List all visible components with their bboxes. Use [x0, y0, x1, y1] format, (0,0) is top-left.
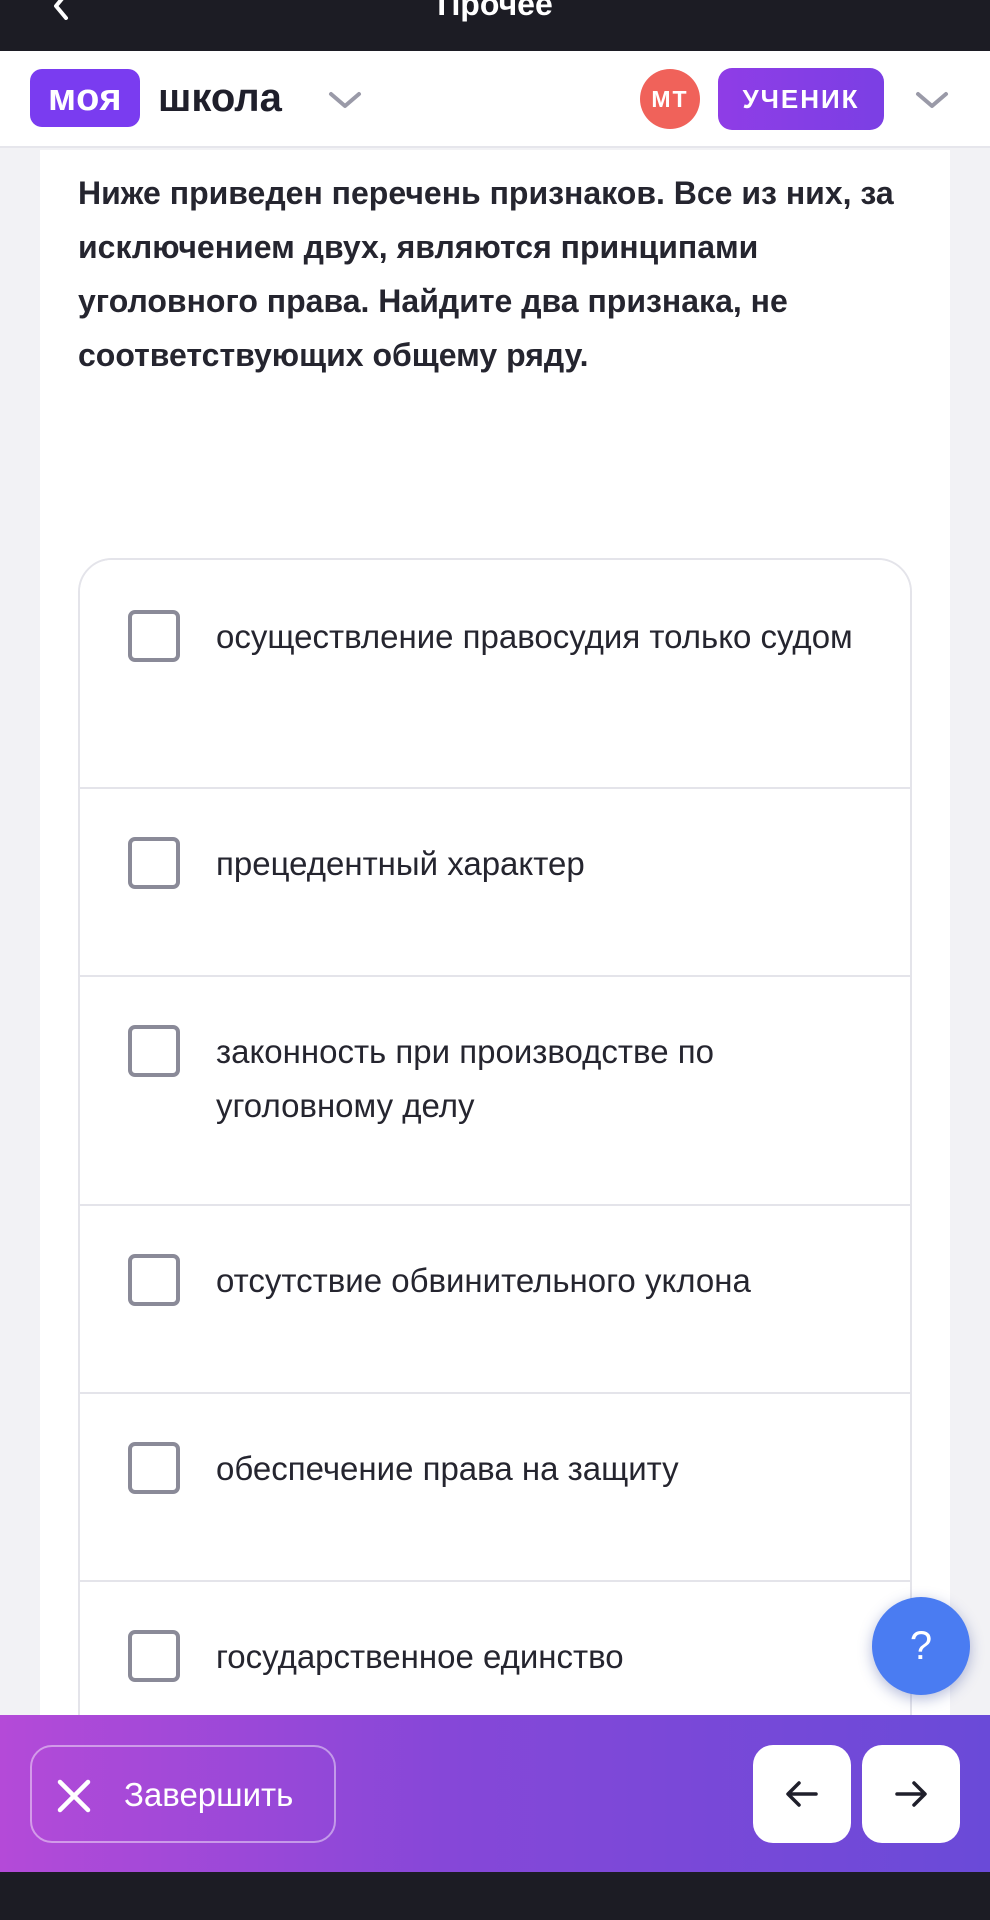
option-label: законность при производстве по уголовном…: [216, 1033, 714, 1124]
option-label: прецедентный характер: [216, 845, 585, 882]
option-item[interactable]: законность при производстве по уголовном…: [80, 977, 910, 1206]
checkbox[interactable]: [128, 1630, 180, 1682]
screen-title-bar: Прочее: [0, 0, 990, 51]
checkbox[interactable]: [128, 837, 180, 889]
checkbox[interactable]: [128, 1442, 180, 1494]
checkbox[interactable]: [128, 1254, 180, 1306]
finish-button[interactable]: Завершить: [30, 1745, 336, 1843]
option-item[interactable]: прецедентный характер: [80, 789, 910, 977]
checkbox[interactable]: [128, 610, 180, 662]
option-label: государственное единство: [216, 1638, 624, 1675]
option-item[interactable]: осуществление правосудия только судом: [80, 560, 910, 789]
finish-label: Завершить: [124, 1776, 294, 1813]
prev-button[interactable]: [753, 1745, 851, 1843]
option-label: отсутствие обвинительного уклона: [216, 1262, 751, 1299]
option-item[interactable]: отсутствие обвинительного уклона: [80, 1206, 910, 1394]
user-avatar[interactable]: МТ: [640, 69, 700, 129]
question-text: Ниже приведен перечень признаков. Все из…: [78, 175, 894, 373]
system-bottom-bar: [0, 1872, 990, 1920]
option-label: осуществление правосудия только судом: [216, 618, 853, 655]
next-button[interactable]: [862, 1745, 960, 1843]
question-card: Ниже приведен перечень признаков. Все из…: [40, 150, 950, 1758]
options-list: осуществление правосудия только судом пр…: [78, 558, 912, 1758]
screen-title: Прочее: [437, 0, 553, 22]
chevron-down-icon[interactable]: [915, 90, 949, 110]
role-badge[interactable]: УЧЕНИК: [718, 68, 884, 130]
close-icon: [56, 1778, 92, 1814]
app-header: моя школа МТ УЧЕНИК: [0, 51, 990, 148]
logo-shkola[interactable]: школа: [158, 69, 282, 127]
arrow-left-icon: [786, 1781, 818, 1807]
arrow-right-icon: [895, 1781, 927, 1807]
chevron-down-icon[interactable]: [328, 90, 362, 110]
help-button[interactable]: ?: [872, 1597, 970, 1695]
option-item[interactable]: обеспечение права на защиту: [80, 1394, 910, 1582]
bottom-action-bar: Завершить: [0, 1715, 990, 1872]
logo-moya[interactable]: моя: [30, 69, 140, 127]
option-label: обеспечение права на защиту: [216, 1450, 679, 1487]
checkbox[interactable]: [128, 1025, 180, 1077]
